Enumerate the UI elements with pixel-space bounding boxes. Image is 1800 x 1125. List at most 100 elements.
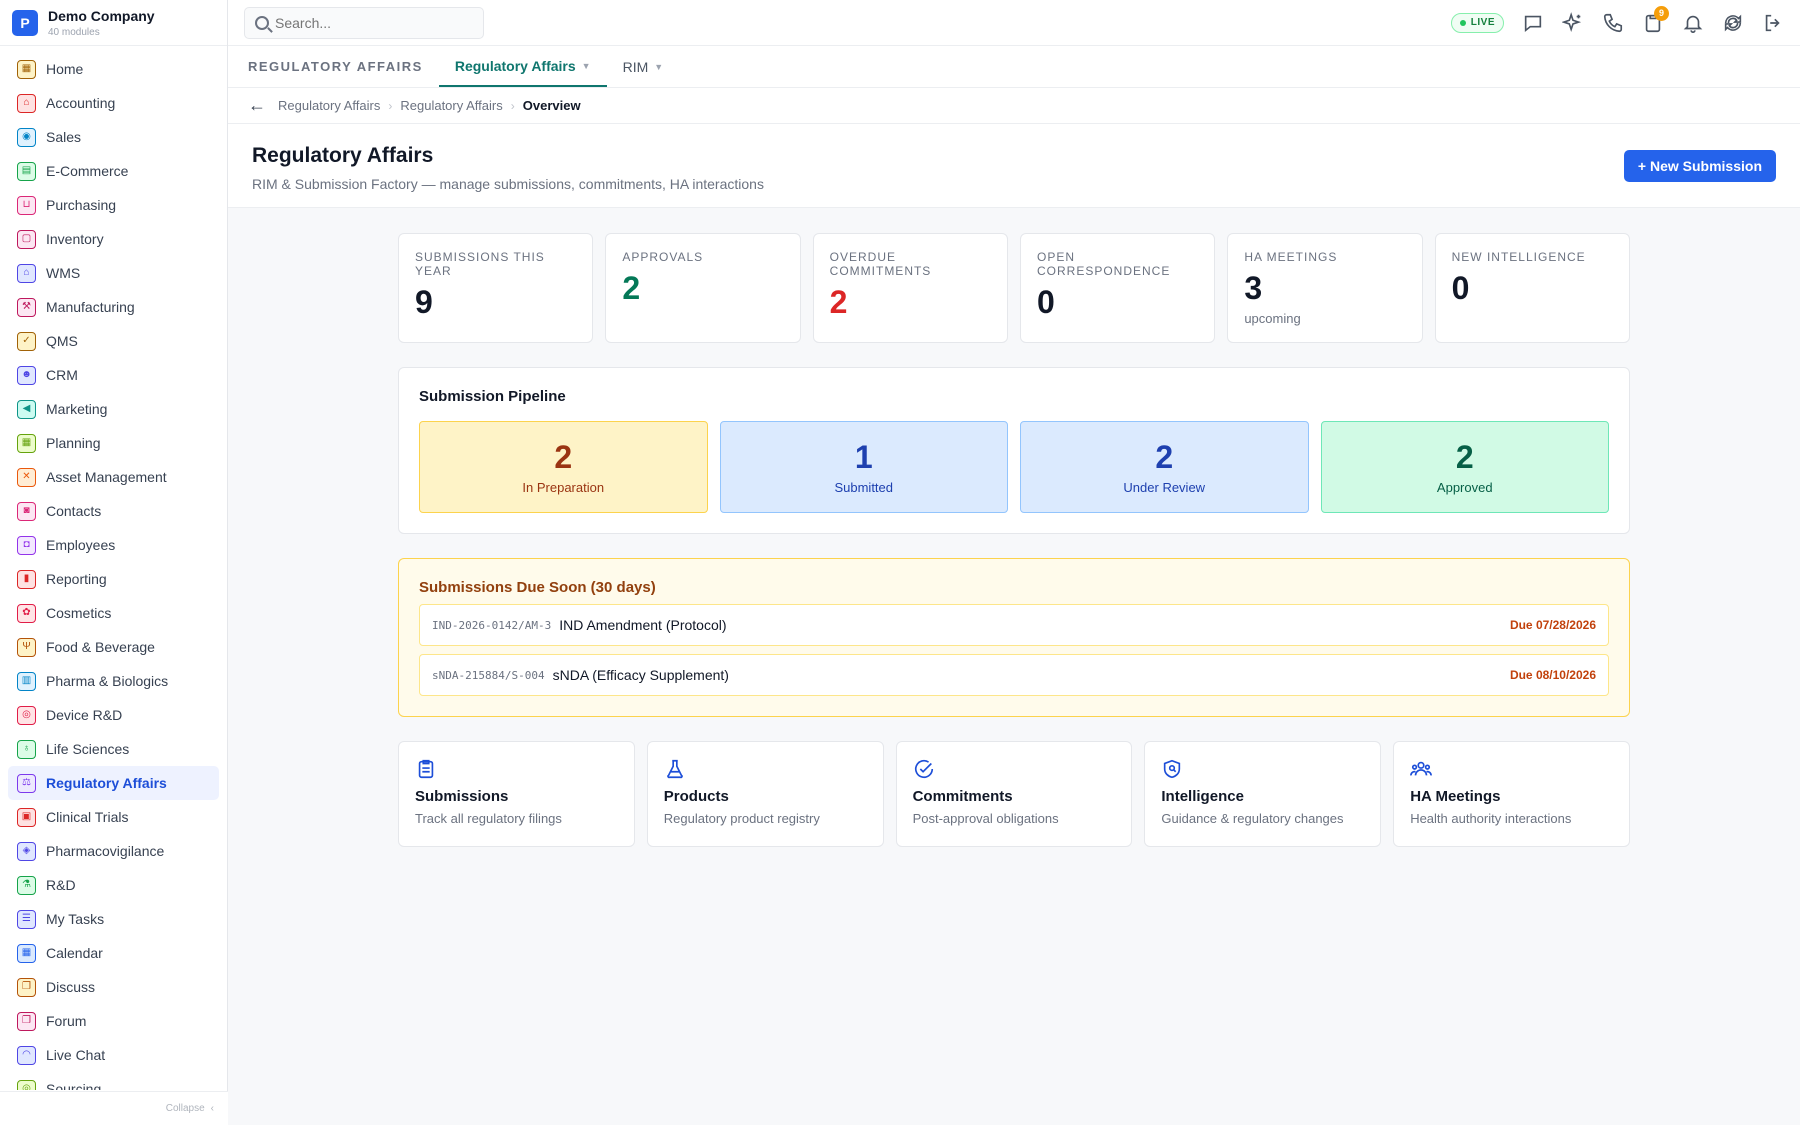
tab-label: Regulatory Affairs [454,57,576,74]
sidebar-item-food-beverage[interactable]: Ψ Food & Beverage [8,630,219,664]
new-submission-button[interactable]: + New Submission [1623,150,1776,182]
sidebar-item-accounting[interactable]: ⌂ Accounting [8,86,219,120]
sidebar-item-label: Device R&D [46,707,123,723]
microscope-icon: ♁ [17,739,36,759]
logout-icon[interactable] [1762,12,1784,34]
dashboard-content: Submissions this year 9 Approvals 2 Overdue … [398,233,1630,847]
sidebar-item-label: Sales [46,129,82,145]
stat-card[interactable]: Open correspondence 0 [1019,233,1216,343]
bell-icon[interactable] [1682,12,1704,34]
sidebar-item-my-tasks[interactable]: ☰ My Tasks [8,902,219,936]
checklist-icon: ☰ [17,909,36,929]
back-arrow-icon[interactable]: ← [248,95,266,116]
sidebar-item-planning[interactable]: ▦ Planning [8,426,219,460]
sidebar-item-employees[interactable]: ◘ Employees [8,528,219,562]
pill-bottle-icon: ▥ [17,671,36,691]
brand[interactable]: P Demo Company 40 modules [0,0,227,46]
sidebar-item-sales[interactable]: ◉ Sales [8,120,219,154]
tab-regulatory-affairs[interactable]: Regulatory Affairs ▼ [438,46,607,87]
submission-name: sNDA (Efficacy Supplement) [552,667,729,683]
due-submission-row[interactable]: sNDA-215884/S-004 sNDA (Efficacy Suppleme… [419,654,1609,696]
module-tabs: REGULATORY AFFAIRS Regulatory Affairs ▼ … [228,46,1800,88]
sidebar-item-pharmacovigilance[interactable]: ◈ Pharmacovigilance [8,834,219,868]
sidebar-item-asset-management[interactable]: ✕ Asset Management [8,460,219,494]
factory-icon: ⚒ [17,297,36,317]
pipeline-stage[interactable]: 2 In Preparation [419,421,708,513]
sidebar-item-r-d[interactable]: ⚗ R&D [8,868,219,902]
sidebar-item-calendar[interactable]: ▦ Calendar [8,936,219,970]
chevron-left-icon: ‹ [210,1103,214,1114]
tab-rim[interactable]: RIM ▼ [607,46,680,87]
sidebar-item-manufacturing[interactable]: ⚒ Manufacturing [8,290,219,324]
sidebar-item-reporting[interactable]: ▮ Reporting [8,562,219,596]
quick-link-submissions[interactable]: Submissions Track all regulatory filings [398,741,635,847]
quick-link-products[interactable]: Products Regulatory product registry [646,741,884,847]
sidebar-item-wms[interactable]: ⌂ WMS [8,256,219,290]
stat-card[interactable]: HA meetings 3 upcoming [1227,233,1423,343]
quick-link-description: Regulatory product registry [663,811,820,826]
breadcrumb-item[interactable]: Regulatory Affairs [400,98,502,113]
cart-icon: ⊔ [17,195,36,215]
quick-link-title: Commitments [912,788,1013,805]
sidebar-item-inventory[interactable]: ▢ Inventory [8,222,219,256]
sidebar-item-contacts[interactable]: ◙ Contacts [8,494,219,528]
sync-icon[interactable] [1722,12,1744,34]
sidebar-item-label: Pharma & Biologics [46,673,169,689]
sidebar-item-pharma-biologics[interactable]: ▥ Pharma & Biologics [8,664,219,698]
flask-icon: ⚗ [17,875,36,895]
sidebar-item-cosmetics[interactable]: ✿ Cosmetics [8,596,219,630]
sidebar-item-label: Home [46,61,84,77]
pipeline-stage[interactable]: 2 Approved [1320,421,1609,513]
sidebar-item-purchasing[interactable]: ⊔ Purchasing [8,188,219,222]
tab-label: RIM [622,58,649,75]
live-label: LIVE [1470,17,1495,28]
quick-link-title: HA Meetings [1410,788,1501,805]
stat-card[interactable]: New intelligence 0 [1434,233,1630,343]
breadcrumb-item[interactable]: Regulatory Affairs [278,98,380,113]
sidebar-item-qms[interactable]: ✓ QMS [8,324,219,358]
sidebar-item-live-chat[interactable]: ◠ Live Chat [8,1038,219,1072]
stage-count: 2 [1455,439,1474,475]
sidebar-item-forum[interactable]: ❐ Forum [8,1004,219,1038]
sidebar-item-life-sciences[interactable]: ♁ Life Sciences [8,732,219,766]
tools-icon: ✕ [17,467,36,487]
clipboard-icon: ▣ [17,807,36,827]
search-input[interactable] [275,14,465,31]
sidebar-item-label: CRM [46,367,78,383]
sidebar-item-label: E-Commerce [46,163,129,179]
quick-link-description: Guidance & regulatory changes [1161,811,1344,826]
collapse-button[interactable]: Collapse ‹ [0,1091,228,1125]
search-box[interactable] [244,6,484,39]
stat-label: Approvals [622,250,704,264]
phone-icon[interactable] [1602,12,1624,34]
stat-card[interactable]: Approvals 2 [605,233,801,343]
sidebar-item-home[interactable]: ▦ Home [8,52,219,86]
sidebar-item-device-r-d[interactable]: ◎ Device R&D [8,698,219,732]
pipeline-stage[interactable]: 1 Submitted [719,421,1008,513]
sidebar-item-label: Sourcing [46,1081,102,1090]
stat-card[interactable]: Overdue commitments 2 [812,233,1008,343]
stat-label: Open correspondence [1036,250,1171,278]
sidebar-item-discuss[interactable]: ❐ Discuss [8,970,219,1004]
quick-link-commitments[interactable]: Commitments Post-approval obligations [895,741,1133,847]
sidebar-item-clinical-trials[interactable]: ▣ Clinical Trials [8,800,219,834]
page-subtitle: RIM & Submission Factory — manage submis… [252,176,764,192]
clipboard-badge-icon[interactable]: 9 [1642,5,1669,34]
sparkle-icon[interactable] [1562,11,1584,34]
stat-value: 0 [1036,284,1055,320]
chevron-down-icon: ▼ [654,61,664,72]
stat-value: 2 [622,270,641,306]
sidebar-item-crm[interactable]: ☻ CRM [8,358,219,392]
quick-link-ha-meetings[interactable]: HA Meetings Health authority interactions [1393,741,1630,847]
due-submission-row[interactable]: IND-2026-0142/AM-3 IND Amendment (Protoco… [419,604,1609,646]
sidebar-item-marketing[interactable]: ◀ Marketing [8,392,219,426]
sidebar-item-e-commerce[interactable]: ▤ E-Commerce [8,154,219,188]
pipeline-stage[interactable]: 2 Under Review [1020,421,1309,513]
store-icon: ▤ [17,161,36,181]
chat-icon[interactable] [1522,12,1544,34]
submission-name: IND Amendment (Protocol) [559,617,727,633]
sidebar-item-sourcing[interactable]: ◎ Sourcing [8,1072,219,1090]
sidebar-item-regulatory-affairs[interactable]: ⚖ Regulatory Affairs [8,766,219,800]
quick-link-intelligence[interactable]: Intelligence Guidance & regulatory change… [1144,741,1382,847]
stat-card[interactable]: Submissions this year 9 [398,233,594,343]
